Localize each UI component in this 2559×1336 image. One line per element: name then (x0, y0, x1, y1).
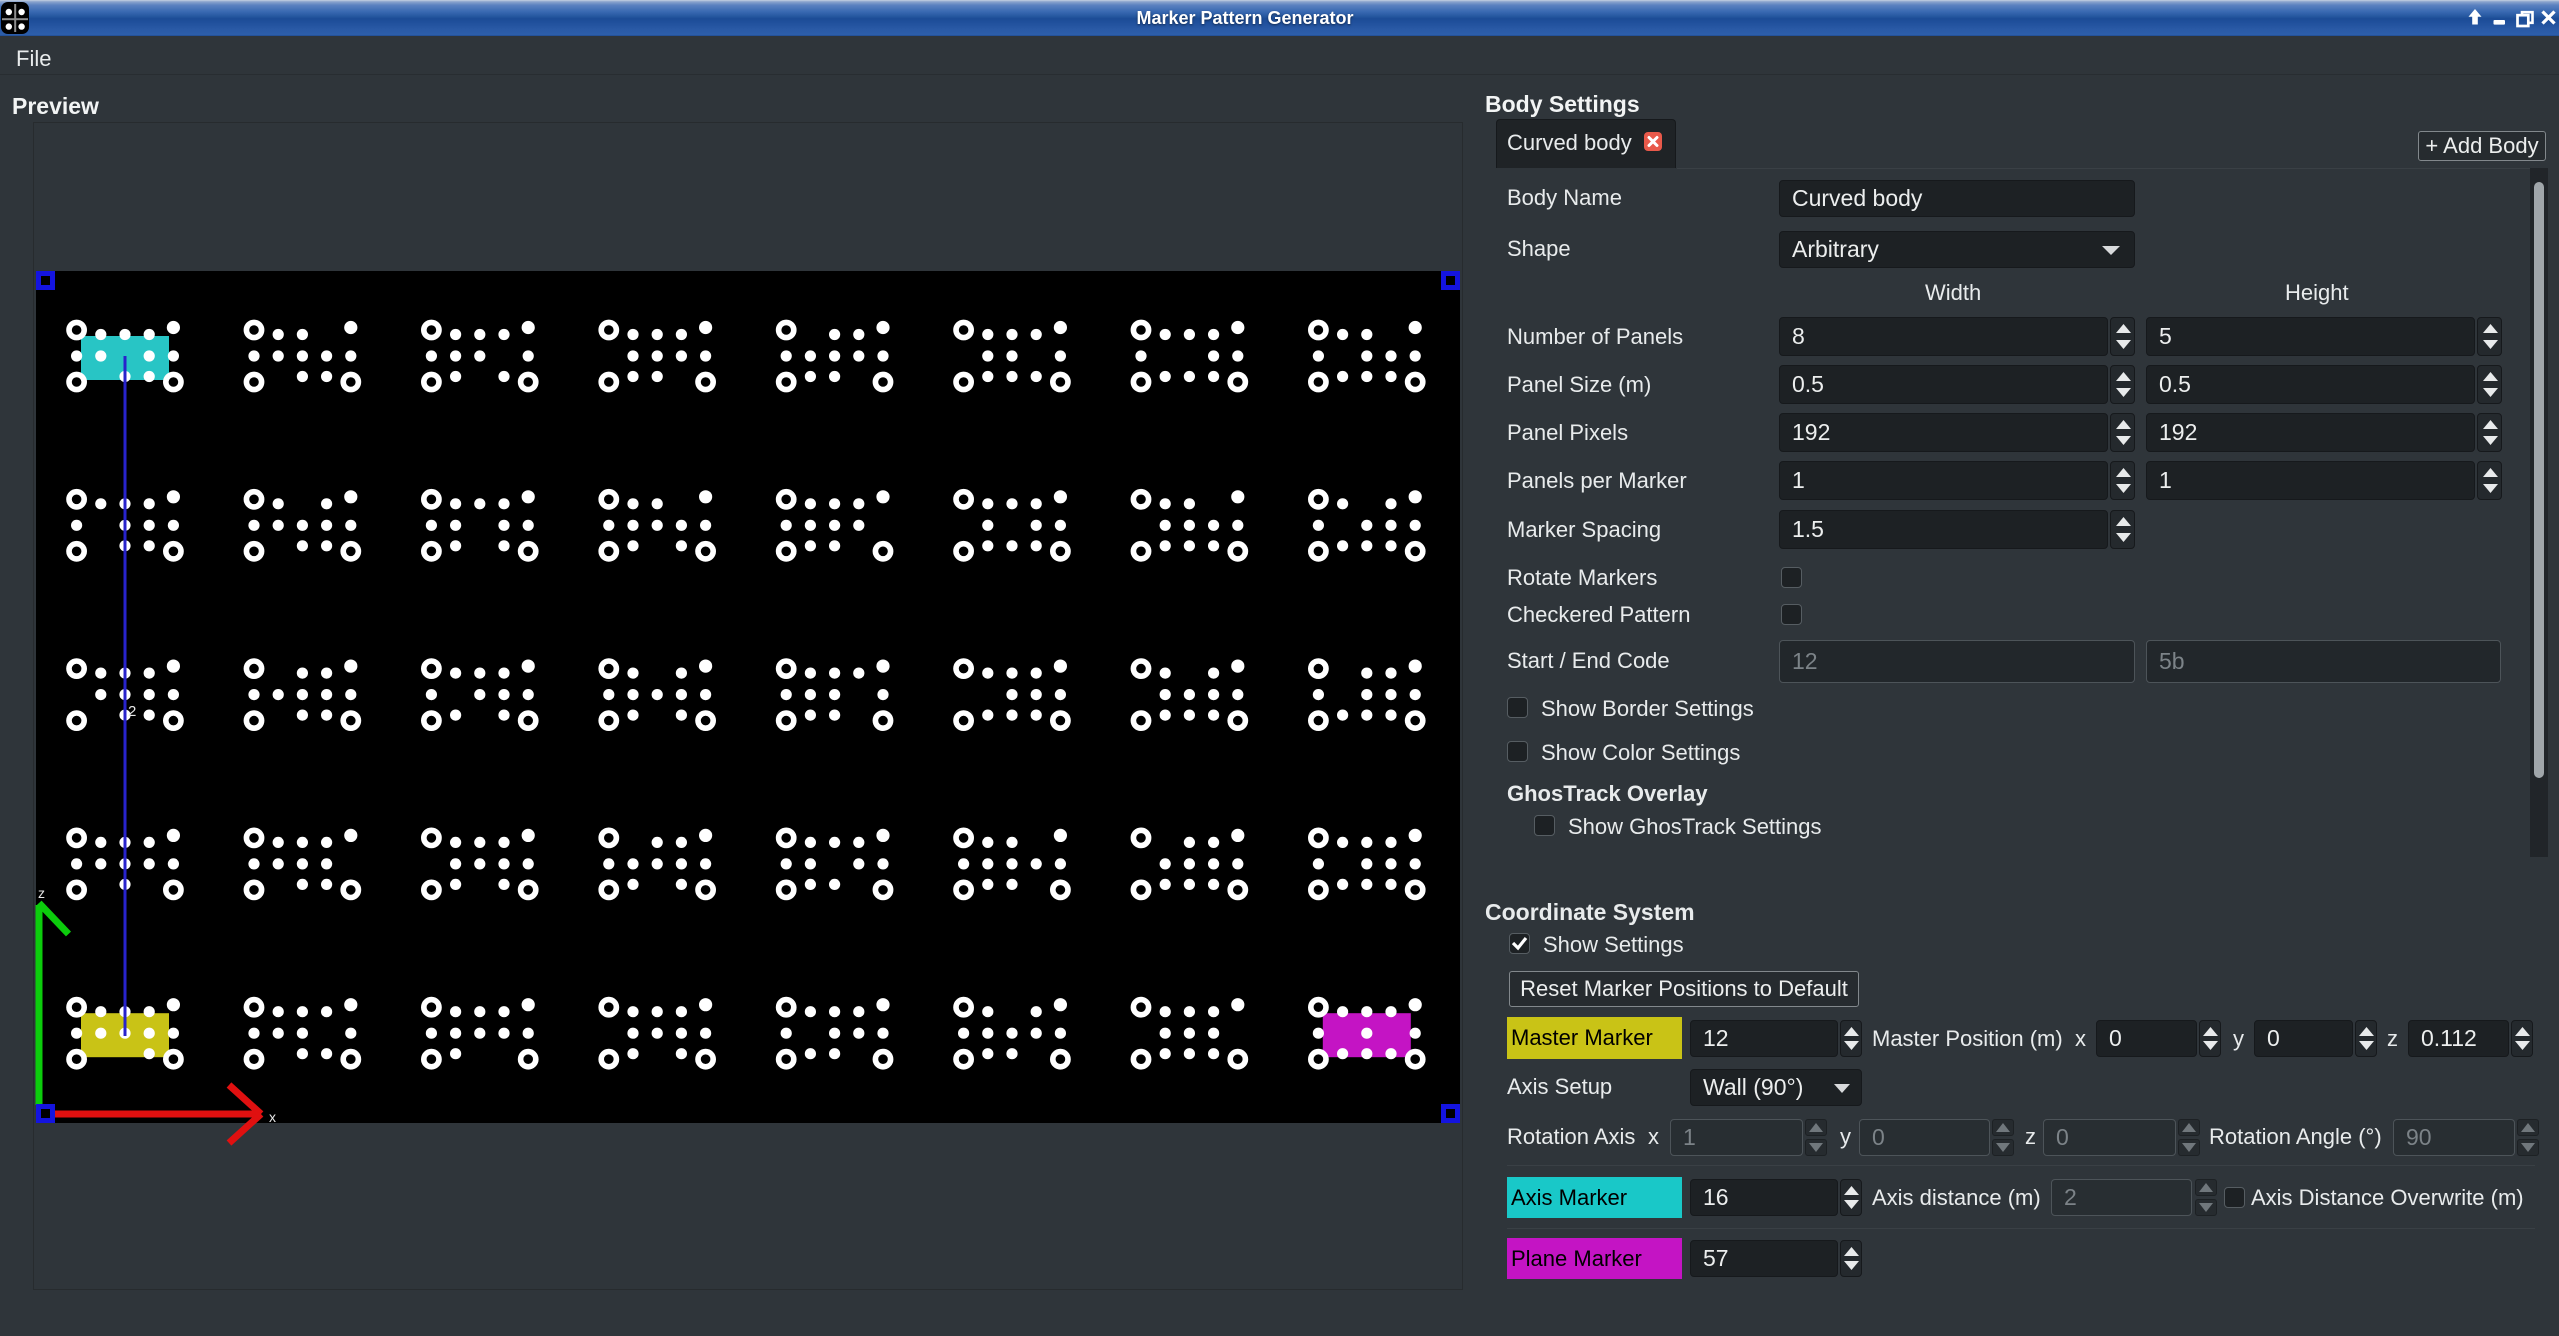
svg-text:z: z (38, 885, 45, 901)
svg-text:2: 2 (128, 703, 136, 720)
svg-text:x: x (269, 1109, 276, 1125)
